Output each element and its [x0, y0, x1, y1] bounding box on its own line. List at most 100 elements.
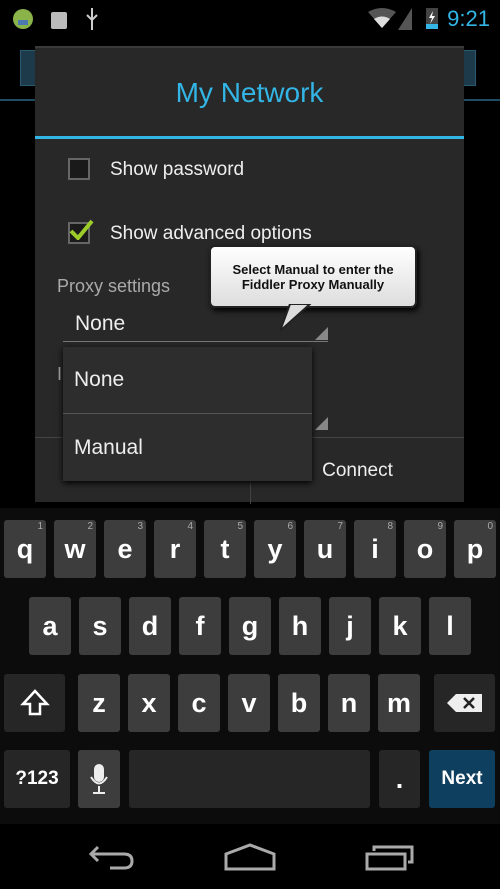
key-k[interactable]: k [379, 597, 421, 655]
period-key[interactable]: . [379, 750, 420, 808]
back-nav-icon[interactable] [88, 842, 136, 872]
key-a[interactable]: a [29, 597, 71, 655]
key-label: z [92, 687, 106, 718]
usb-icon [86, 8, 98, 30]
show-password-label[interactable]: Show password [110, 159, 244, 181]
dropdown-option-manual[interactable]: Manual [63, 415, 312, 481]
key-hint: 3 [137, 521, 143, 532]
key-w[interactable]: w2 [54, 520, 96, 578]
key-i[interactable]: i8 [354, 520, 396, 578]
voice-input-key[interactable] [78, 750, 120, 808]
wifi-icon [368, 8, 412, 30]
key-label: c [191, 687, 207, 718]
key-label: g [241, 610, 259, 641]
checkmark-icon [69, 219, 94, 240]
key-label: h [291, 610, 309, 641]
key-label: d [141, 610, 159, 641]
clock: 9:21 [447, 6, 490, 31]
key-o[interactable]: o9 [404, 520, 446, 578]
key-z[interactable]: z [78, 674, 120, 732]
key-d[interactable]: d [129, 597, 171, 655]
callout-annotation: Select Manual to enter the Fiddler Proxy… [209, 245, 417, 308]
key-r[interactable]: r4 [154, 520, 196, 578]
key-hint: 9 [437, 521, 443, 532]
signal-icon [398, 8, 412, 30]
key-label: k [392, 610, 408, 641]
shift-key[interactable] [4, 674, 65, 732]
key-m[interactable]: m [378, 674, 420, 732]
key-label: o [416, 533, 434, 564]
battery-charging-icon [426, 8, 438, 29]
key-label: b [290, 687, 308, 718]
key-y[interactable]: y6 [254, 520, 296, 578]
backspace-icon [446, 694, 482, 712]
ip-settings-label: I [57, 364, 63, 384]
spinner-underline [63, 341, 328, 342]
key-hint: 6 [287, 521, 293, 532]
recent-apps-nav-icon[interactable] [364, 842, 416, 872]
home-nav-icon[interactable] [224, 842, 276, 872]
key-p[interactable]: p0 [454, 520, 496, 578]
key-label: w [64, 533, 86, 564]
key-hint: 7 [337, 521, 343, 532]
key-label: r [169, 533, 181, 564]
key-b[interactable]: b [278, 674, 320, 732]
key-label: s [92, 610, 108, 641]
key-hint: 5 [237, 521, 243, 532]
key-hint: 1 [37, 521, 43, 532]
show-advanced-checkbox[interactable] [68, 219, 94, 244]
key-hint: 0 [487, 521, 493, 532]
key-label: x [141, 687, 157, 718]
key-hint: 8 [387, 521, 393, 532]
next-key[interactable]: Next [429, 750, 495, 808]
android-icon [51, 12, 67, 29]
key-label: i [371, 533, 379, 564]
key-label: q [16, 533, 34, 564]
key-u[interactable]: u7 [304, 520, 346, 578]
shift-icon [19, 689, 50, 716]
key-n[interactable]: n [328, 674, 370, 732]
proxy-dropdown: None Manual [63, 347, 312, 481]
key-label: l [446, 610, 454, 641]
key-label: m [386, 687, 411, 718]
key-label: p [466, 533, 484, 564]
option-divider [63, 413, 312, 414]
space-key[interactable] [129, 750, 370, 808]
show-password-checkbox[interactable] [68, 158, 90, 180]
key-l[interactable]: l [429, 597, 471, 655]
backspace-key[interactable] [434, 674, 495, 732]
key-j[interactable]: j [329, 597, 371, 655]
proxy-spinner-value: None [75, 312, 126, 335]
status-bar: 9:21 [0, 0, 500, 38]
spinner-arrow-icon [315, 417, 328, 430]
key-label: j [346, 610, 354, 641]
callout-line-1: Select Manual to enter the [232, 262, 394, 277]
key-s[interactable]: s [79, 597, 121, 655]
dropdown-option-none[interactable]: None [63, 347, 312, 413]
show-advanced-label[interactable]: Show advanced options [110, 223, 312, 245]
callout-line-2: Fiddler Proxy Manually [241, 277, 385, 292]
key-t[interactable]: t5 [204, 520, 246, 578]
title-divider [35, 136, 464, 139]
key-label: u [316, 533, 334, 564]
callout-tail [279, 304, 312, 332]
key-label: e [117, 533, 133, 564]
key-label: n [340, 687, 358, 718]
key-hint: 2 [87, 521, 93, 532]
key-f[interactable]: f [179, 597, 221, 655]
background-element [462, 50, 476, 86]
symbols-key[interactable]: ?123 [4, 750, 70, 808]
key-g[interactable]: g [229, 597, 271, 655]
key-label: a [42, 610, 58, 641]
key-label: y [267, 533, 283, 564]
key-q[interactable]: q1 [4, 520, 46, 578]
key-h[interactable]: h [279, 597, 321, 655]
key-e[interactable]: e3 [104, 520, 146, 578]
key-label: t [220, 533, 230, 564]
microphone-icon [90, 764, 108, 794]
key-c[interactable]: c [178, 674, 220, 732]
key-hint: 4 [187, 521, 193, 532]
key-v[interactable]: v [228, 674, 270, 732]
key-label: v [241, 687, 257, 718]
key-x[interactable]: x [128, 674, 170, 732]
